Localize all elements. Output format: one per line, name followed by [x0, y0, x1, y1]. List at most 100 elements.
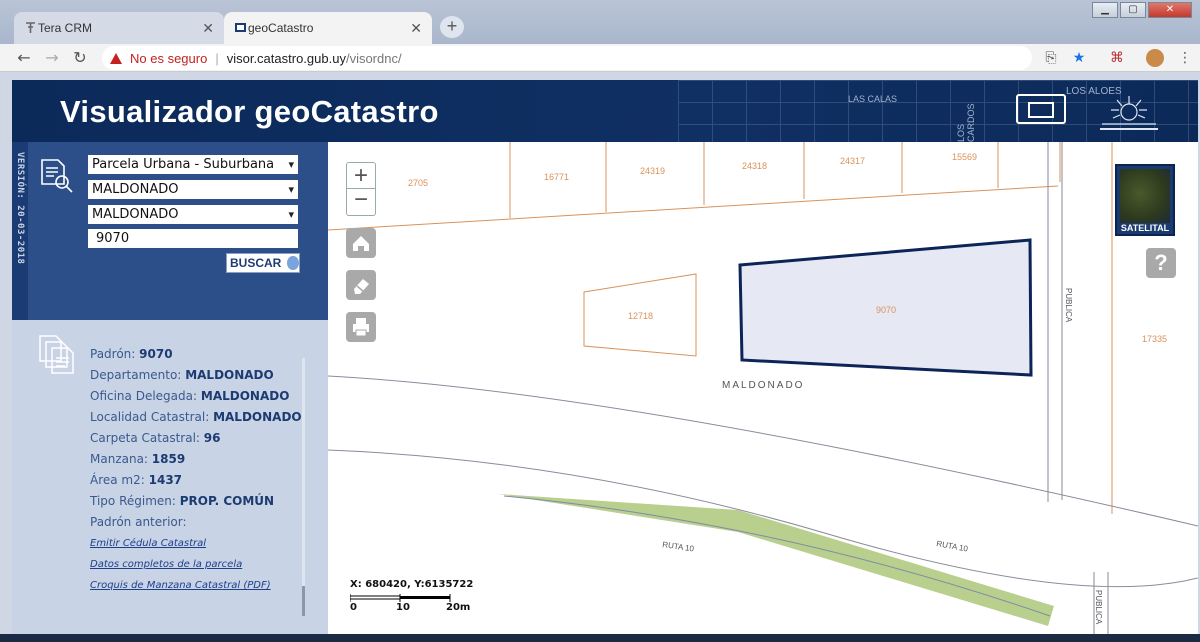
print-button[interactable] [346, 312, 376, 342]
road-lines [328, 142, 1198, 642]
documents-icon [39, 335, 74, 374]
satellite-thumbnail [1120, 169, 1170, 223]
app-header: LOS ALOES LAS CALAS LOS CARDOS Visualiza… [12, 80, 1198, 142]
geocatastro-favicon-icon [235, 23, 246, 32]
os-taskbar [0, 634, 1200, 642]
department-value: MALDONADO [92, 182, 179, 197]
address-bar[interactable]: No es seguro | visor.catastro.gub.uy /vi… [102, 46, 1032, 70]
avatar[interactable] [1146, 49, 1164, 67]
menu-dots-icon[interactable]: ⋮ [1176, 49, 1194, 67]
new-tab-button[interactable]: + [440, 16, 464, 38]
chevron-down-icon: ▾ [288, 158, 294, 171]
catastro-logo-icon [1016, 94, 1066, 124]
scale-label: 0 [350, 602, 357, 613]
info-row-carpeta: Carpeta Catastral: 96 [90, 431, 221, 445]
parcel-label: 12718 [628, 311, 653, 321]
browser-titlebar: Tera CRM ✕ geoCatastro ✕ + ▁ ▢ ✕ [0, 0, 1200, 44]
chevron-down-icon: ▾ [288, 208, 294, 221]
parcel-type-value: Parcela Urbana - Suburbana [92, 157, 275, 172]
geocatastro-page: LOS ALOES LAS CALAS LOS CARDOS Visualiza… [12, 80, 1198, 642]
header-bg-label: LOS CARDOS [956, 103, 976, 142]
parcel-label: 24318 [742, 161, 767, 171]
info-scrollbar[interactable] [302, 358, 305, 616]
padron-input[interactable] [88, 229, 298, 248]
satellite-layer-button[interactable]: SATELITAL [1115, 164, 1175, 236]
tab-geocatastro[interactable]: geoCatastro ✕ [224, 12, 432, 44]
map-viewer[interactable]: 2705 16771 24319 24318 24317 15569 12718… [328, 142, 1198, 642]
scrollbar-thumb[interactable] [302, 586, 305, 616]
info-row-manzana: Manzana: 1859 [90, 452, 186, 466]
info-row-localidad: Localidad Catastral: MALDONADO [90, 410, 302, 424]
parcel-label: 24317 [840, 156, 865, 166]
url-host: visor.catastro.gub.uy [226, 50, 346, 66]
area-label: MALDONADO [722, 380, 804, 391]
search-icon [287, 256, 299, 270]
parcel-info-panel: Padrón: 9070 Departamento: MALDONADO Ofi… [12, 320, 328, 642]
map-canvas[interactable]: 2705 16771 24319 24318 24317 15569 12718… [328, 142, 1198, 642]
scale-label: 20m [446, 602, 471, 613]
eraser-icon [354, 279, 369, 294]
locality-value: MALDONADO [92, 207, 179, 222]
browser-toolbar: ← → ↻ No es seguro | visor.catastro.gub.… [0, 44, 1200, 72]
department-select[interactable]: MALDONADO ▾ [88, 180, 298, 199]
close-tab-icon[interactable]: ✕ [202, 20, 214, 37]
translate-icon[interactable]: ⎘ [1042, 49, 1060, 67]
help-button[interactable]: ? [1146, 248, 1176, 278]
parcel-label: 2705 [408, 178, 428, 188]
address-separator: | [215, 50, 219, 66]
document-search-icon [41, 159, 73, 193]
parcel-label: 16771 [544, 172, 569, 182]
forward-arrow-icon[interactable]: → [42, 48, 62, 68]
parcel-label: 15569 [952, 152, 977, 162]
search-panel: Parcela Urbana - Suburbana ▾ MALDONADO ▾… [28, 142, 328, 320]
satellite-label: SATELITAL [1120, 223, 1170, 233]
version-label: VERSIÓN: 20-03-2018 [15, 152, 25, 265]
link-datos-completos[interactable]: Datos completos de la parcela [90, 559, 242, 570]
zoom-out-button[interactable]: − [346, 188, 376, 216]
street-label: PUBLICA [1094, 590, 1103, 625]
street-label: RUTA 10 [936, 539, 969, 553]
tab-label: geoCatastro [248, 21, 314, 35]
home-button[interactable] [346, 228, 376, 258]
maximize-icon[interactable]: ▢ [1120, 2, 1146, 18]
pdf-extension-icon[interactable]: ⌘ [1108, 49, 1126, 67]
green-area [498, 494, 1054, 626]
close-window-icon[interactable]: ✕ [1148, 2, 1192, 18]
link-emitir-cedula[interactable]: Emitir Cédula Catastral [90, 538, 206, 549]
security-label: No es seguro [130, 50, 208, 66]
street-label: PUBLICA [1064, 288, 1073, 323]
info-row-departamento: Departamento: MALDONADO [90, 368, 274, 382]
chevron-down-icon: ▾ [288, 183, 294, 196]
info-row-padron-anterior: Padrón anterior: [90, 515, 187, 529]
home-icon [353, 236, 369, 251]
info-row-regimen: Tipo Régimen: PROP. COMÚN [90, 494, 275, 508]
warning-icon [110, 52, 122, 64]
parcel-type-select[interactable]: Parcela Urbana - Suburbana ▾ [88, 155, 298, 174]
url-path: /visordnc/ [345, 50, 402, 66]
header-bg-label: LAS CALAS [848, 94, 898, 104]
tab-tera-crm[interactable]: Tera CRM ✕ [14, 12, 224, 44]
close-tab-icon[interactable]: ✕ [410, 20, 422, 37]
clear-selection-button[interactable] [346, 270, 376, 300]
info-row-area: Área m2: 1437 [90, 473, 183, 487]
ministry-seal-icon [1100, 96, 1158, 130]
search-button-label: BUSCAR [230, 256, 282, 270]
search-button[interactable]: BUSCAR [226, 253, 300, 273]
printer-icon [353, 318, 369, 337]
reload-icon[interactable]: ↻ [70, 48, 90, 68]
tab-label: Tera CRM [38, 21, 93, 35]
zoom-in-button[interactable]: + [346, 162, 376, 189]
minimize-icon[interactable]: ▁ [1092, 2, 1118, 18]
link-croquis-manzana[interactable]: Croquis de Manzana Catastral (PDF) [90, 580, 271, 591]
info-row-padron: Padrón: 9070 [90, 347, 173, 361]
back-arrow-icon[interactable]: ← [14, 48, 34, 68]
bookmark-star-icon[interactable]: ★ [1070, 49, 1088, 67]
coordinate-readout: X: 680420, Y:6135722 [350, 579, 474, 590]
scale-label: 10 [396, 602, 410, 613]
locality-select[interactable]: MALDONADO ▾ [88, 205, 298, 224]
street-label: RUTA 10 [662, 540, 695, 553]
parcel-label: 24319 [640, 166, 665, 176]
page-title: Visualizador geoCatastro [60, 94, 439, 129]
info-row-oficina: Oficina Delegada: MALDONADO [90, 389, 290, 403]
parcel-label: 17335 [1142, 334, 1167, 344]
